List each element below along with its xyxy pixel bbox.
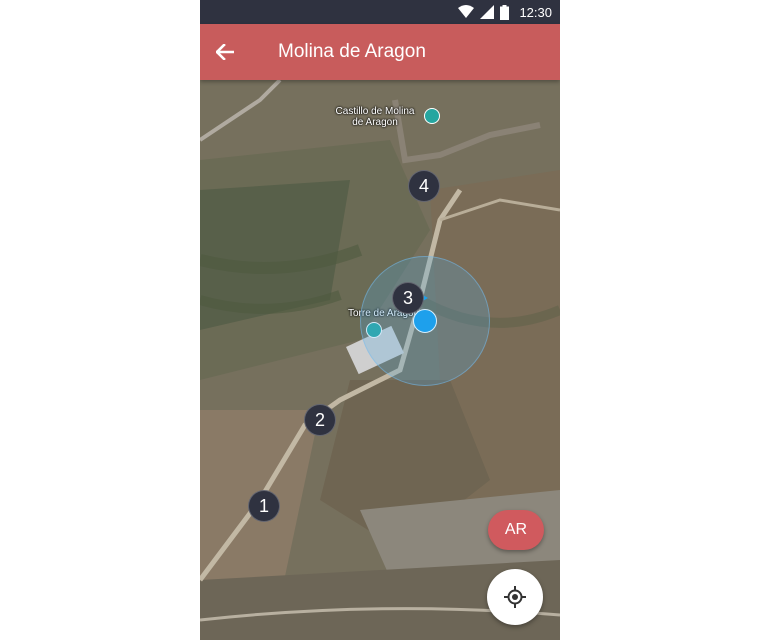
route-marker-3[interactable]: 3 <box>392 282 424 314</box>
ar-button[interactable]: AR <box>488 510 544 550</box>
my-location-icon <box>504 586 526 608</box>
phone-screen: 12:30 Molina de Aragon Castillo de Molin… <box>200 0 560 640</box>
battery-icon <box>500 4 510 20</box>
satellite-map[interactable]: Castillo de Molina de Aragon Torre de Ar… <box>200 80 560 640</box>
arrow-left-icon <box>216 44 234 60</box>
route-marker-1[interactable]: 1 <box>248 490 280 522</box>
route-marker-2[interactable]: 2 <box>304 404 336 436</box>
my-location-button[interactable] <box>487 569 543 625</box>
signal-icon <box>480 5 495 19</box>
page-title: Molina de Aragon <box>278 41 426 62</box>
status-time: 12:30 <box>519 4 552 20</box>
user-location-icon <box>413 309 437 333</box>
back-button[interactable] <box>200 24 250 80</box>
castle-poi-icon[interactable] <box>424 108 440 124</box>
wifi-icon <box>458 5 475 18</box>
route-marker-4[interactable]: 4 <box>408 170 440 202</box>
app-bar: Molina de Aragon <box>200 24 560 80</box>
castle-poi-label: Castillo de Molina de Aragon <box>335 106 415 128</box>
status-bar: 12:30 <box>200 0 560 24</box>
